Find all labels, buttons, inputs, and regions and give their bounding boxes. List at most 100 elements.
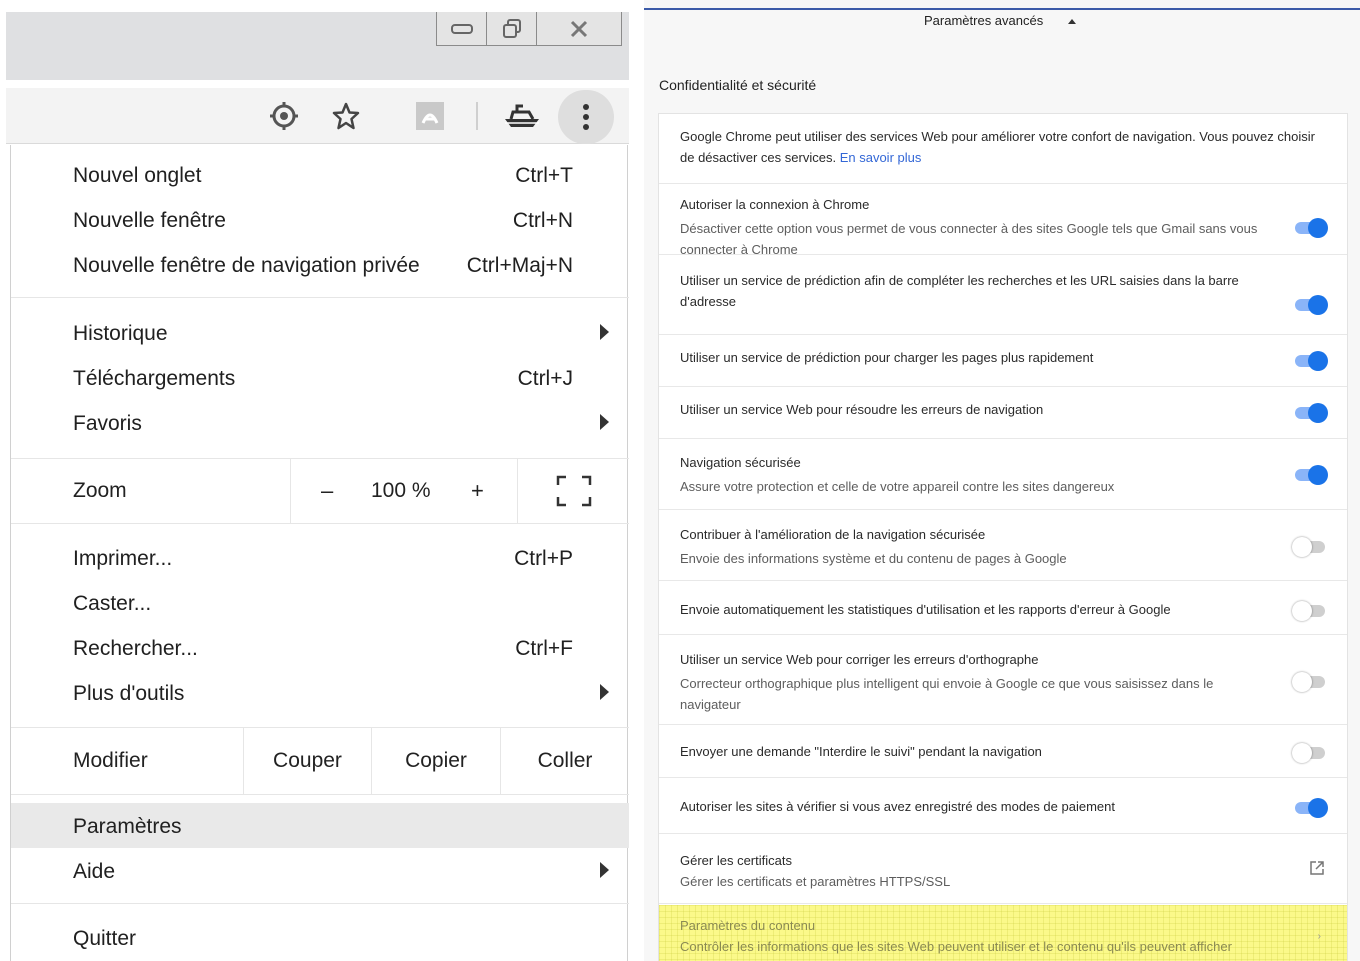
- settings-row[interactable]: Envoyer une demande "Interdire le suivi"…: [659, 725, 1347, 778]
- settings-row[interactable]: Utiliser un service de prédiction pour c…: [659, 335, 1347, 387]
- zoom-controls: – 100 % +: [291, 459, 518, 523]
- star-bookmark-icon[interactable]: [326, 88, 366, 144]
- menu-item-bookmarks[interactable]: Favoris: [11, 400, 629, 445]
- menu-label: Rechercher...: [73, 637, 198, 660]
- edit-label: Modifier: [73, 749, 148, 772]
- browser-toolbar: [6, 88, 629, 144]
- row-title: Utiliser un service Web pour résoudre le…: [680, 402, 1044, 417]
- toggle-knob: [1308, 218, 1328, 238]
- menu-label: Nouvel onglet: [73, 164, 202, 187]
- restore-icon: [502, 18, 521, 38]
- toggle-switch[interactable]: [1295, 798, 1328, 818]
- row-description: Gérer les certificats et paramètres HTTP…: [680, 874, 951, 889]
- menu-separator: [11, 297, 629, 298]
- menu-item-more-tools[interactable]: Plus d'outils: [11, 670, 629, 715]
- top-accent-line: [644, 8, 1360, 10]
- minimize-button[interactable]: [437, 12, 487, 45]
- settings-row[interactable]: Envoie automatiquement les statistiques …: [659, 581, 1347, 635]
- privacy-intro: Google Chrome peut utiliser des services…: [659, 114, 1347, 184]
- edit-label-cell: Modifier: [11, 728, 244, 794]
- menu-item-settings[interactable]: Paramètres: [11, 803, 629, 848]
- privacy-settings-card: Google Chrome peut utiliser des services…: [658, 113, 1348, 961]
- pdf-extension-icon[interactable]: [410, 88, 450, 144]
- toggle-switch[interactable]: [1295, 218, 1328, 238]
- zoom-level-value: 100 %: [371, 479, 431, 502]
- row-description: Assure votre protection et celle de votr…: [680, 479, 1115, 494]
- row-title: Navigation sécurisée: [680, 455, 801, 470]
- submenu-arrow-icon: [600, 414, 609, 430]
- menu-item-help[interactable]: Aide: [11, 848, 629, 893]
- menu-item-find[interactable]: Rechercher... Ctrl+F: [11, 625, 629, 670]
- menu-item-new-window[interactable]: Nouvelle fenêtre Ctrl+N: [11, 197, 629, 242]
- fullscreen-button[interactable]: [518, 459, 629, 523]
- learn-more-link[interactable]: En savoir plus: [840, 150, 922, 165]
- fullscreen-icon: [556, 475, 591, 507]
- settings-row[interactable]: Navigation sécurisée Assure votre protect…: [659, 439, 1347, 510]
- external-link-icon[interactable]: [1309, 860, 1325, 876]
- toggle-knob: [1292, 601, 1312, 621]
- section-title: Confidentialité et sécurité: [659, 77, 817, 93]
- menu-item-history[interactable]: Historique: [11, 310, 629, 355]
- toggle-knob: [1308, 295, 1328, 315]
- menu-label: Quitter: [73, 927, 137, 950]
- settings-row[interactable]: Utiliser un service Web pour résoudre le…: [659, 387, 1347, 439]
- toggle-knob: [1292, 743, 1312, 763]
- cut-button[interactable]: Couper: [244, 728, 372, 794]
- kebab-menu-icon[interactable]: [558, 90, 614, 144]
- advanced-settings-toggle[interactable]: Paramètres avancés: [924, 13, 1043, 28]
- menu-item-quit[interactable]: Quitter: [11, 915, 629, 960]
- cut-label: Couper: [273, 749, 342, 772]
- settings-row-certificates[interactable]: Gérer les certificats Gérer les certific…: [659, 834, 1347, 904]
- zoom-label-cell: Zoom: [11, 459, 291, 523]
- menu-item-print[interactable]: Imprimer... Ctrl+P: [11, 535, 629, 580]
- intro-text: Google Chrome peut utiliser des services…: [680, 129, 1315, 165]
- menu-shortcut: Ctrl+P: [514, 547, 573, 570]
- row-title: Envoyer une demande "Interdire le suivi"…: [680, 744, 1042, 759]
- menu-item-cast[interactable]: Caster...: [11, 580, 629, 625]
- toggle-switch[interactable]: [1292, 743, 1325, 763]
- toggle-switch[interactable]: [1292, 537, 1325, 557]
- toggle-switch[interactable]: [1295, 351, 1328, 371]
- chevron-right-icon[interactable]: ›: [1318, 931, 1321, 942]
- chevron-up-icon[interactable]: [1068, 19, 1076, 24]
- toggle-knob: [1308, 465, 1328, 485]
- submenu-arrow-icon: [600, 324, 609, 340]
- zoom-out-button[interactable]: –: [321, 478, 333, 504]
- settings-row[interactable]: Utiliser un service de prédiction afin d…: [659, 255, 1347, 335]
- close-icon: [570, 20, 588, 37]
- location-target-icon[interactable]: [264, 88, 304, 144]
- toggle-switch[interactable]: [1292, 672, 1325, 692]
- toggle-switch[interactable]: [1295, 295, 1328, 315]
- settings-row[interactable]: Utiliser un service Web pour corriger le…: [659, 635, 1347, 725]
- settings-row-content-settings[interactable]: Paramètres du contenu Contrôler les info…: [659, 905, 1347, 961]
- menu-shortcut: Ctrl+N: [512, 209, 573, 232]
- menu-separator: [11, 794, 629, 795]
- row-description: Correcteur orthographique plus intellige…: [680, 676, 1214, 712]
- ship-extension-icon[interactable]: [500, 88, 544, 144]
- row-title: Utiliser un service Web pour corriger le…: [680, 652, 1039, 667]
- zoom-in-button[interactable]: +: [471, 478, 484, 504]
- menu-shortcut: Ctrl+J: [517, 367, 573, 390]
- minimize-icon: [450, 23, 473, 34]
- menu-item-downloads[interactable]: Téléchargements Ctrl+J: [11, 355, 629, 400]
- row-title: Envoie automatiquement les statistiques …: [680, 602, 1171, 617]
- toggle-switch[interactable]: [1292, 601, 1325, 621]
- submenu-arrow-icon: [600, 862, 609, 878]
- copy-button[interactable]: Copier: [372, 728, 501, 794]
- menu-item-new-tab[interactable]: Nouvel onglet Ctrl+T: [11, 152, 629, 197]
- edit-row: Modifier Couper Copier Coller: [11, 728, 629, 794]
- menu-item-incognito[interactable]: Nouvelle fenêtre de navigation privée Ct…: [11, 242, 629, 287]
- settings-row[interactable]: Autoriser la connexion à Chrome Désactive…: [659, 184, 1347, 257]
- row-title: Autoriser la connexion à Chrome: [680, 197, 870, 212]
- toggle-switch[interactable]: [1295, 403, 1328, 423]
- restore-button[interactable]: [487, 12, 537, 45]
- toggle-knob: [1292, 672, 1312, 692]
- zoom-label: Zoom: [73, 479, 127, 502]
- toggle-switch[interactable]: [1295, 465, 1328, 485]
- toggle-knob: [1308, 351, 1328, 371]
- settings-row[interactable]: Contribuer à l'amélioration de la naviga…: [659, 510, 1347, 581]
- paste-button[interactable]: Coller: [501, 728, 629, 794]
- settings-row[interactable]: Autoriser les sites à vérifier si vous a…: [659, 778, 1347, 834]
- close-button[interactable]: [537, 12, 621, 45]
- settings-page: Paramètres avancés Confidentialité et sé…: [644, 0, 1360, 961]
